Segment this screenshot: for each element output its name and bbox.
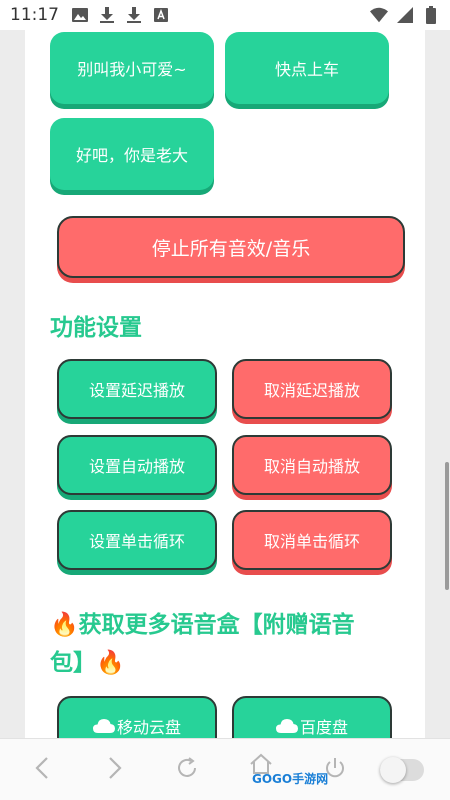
button-label: 移动云盘 [116, 718, 181, 737]
stop-all-button-label: 停止所有音效/音乐 [151, 237, 311, 260]
cloud-icon [92, 719, 115, 733]
cancel-delay-play-button[interactable]: 取消延迟播放 [232, 359, 392, 419]
chevron-left-icon [35, 756, 49, 784]
image-icon [71, 6, 89, 24]
cancel-click-loop-button[interactable]: 取消单击循环 [232, 510, 392, 570]
signal-icon [396, 6, 414, 24]
sound-button[interactable]: 别叫我小可爱~ [50, 32, 214, 104]
set-delay-play-button[interactable]: 设置延迟播放 [57, 359, 217, 419]
notification-icons [71, 6, 170, 24]
toggle-knob [380, 757, 406, 783]
font-icon [152, 6, 170, 24]
sound-button-label: 别叫我小可爱~ [77, 60, 187, 79]
cancel-auto-play-button[interactable]: 取消自动播放 [232, 435, 392, 495]
baidu-pan-button[interactable]: 百度盘 [232, 696, 392, 738]
sound-button-label: 快点上车 [274, 60, 339, 79]
battery-icon [422, 6, 440, 24]
system-icons [370, 6, 440, 24]
scrollbar-thumb[interactable] [445, 462, 449, 590]
button-label: 取消自动播放 [263, 457, 360, 476]
forward-button[interactable] [98, 753, 132, 787]
sound-button-label: 好吧，你是老大 [75, 146, 188, 165]
button-label: 设置自动播放 [88, 457, 185, 476]
watermark: GOGO手游网 [252, 772, 329, 786]
download-icon [125, 6, 143, 24]
button-label: 设置延迟播放 [88, 381, 185, 400]
set-auto-play-button[interactable]: 设置自动播放 [57, 435, 217, 495]
stop-all-button[interactable]: 停止所有音效/音乐 [57, 216, 405, 278]
set-click-loop-button[interactable]: 设置单击循环 [57, 510, 217, 570]
button-label: 设置单击循环 [88, 532, 185, 551]
refresh-icon [175, 756, 199, 784]
status-bar: 11:17 [0, 0, 450, 30]
scrollbar-track[interactable] [443, 30, 450, 738]
content-panel: 别叫我小可爱~ 快点上车 好吧，你是老大 停止所有音效/音乐 功能设置 设置延迟… [25, 30, 425, 738]
button-label: 取消单击循环 [263, 532, 360, 551]
mode-toggle[interactable] [380, 757, 424, 783]
more-voice-box-title: 🔥获取更多语音盒【附赠语音 包】🔥 [50, 606, 400, 682]
browser-bottom-nav [0, 738, 450, 800]
sound-button[interactable]: 快点上车 [225, 32, 389, 104]
mobile-cloud-button[interactable]: 移动云盘 [57, 696, 217, 738]
status-time: 11:17 [10, 5, 59, 25]
sound-button[interactable]: 好吧，你是老大 [50, 118, 214, 190]
button-label: 百度盘 [299, 718, 348, 737]
refresh-button[interactable] [170, 753, 204, 787]
back-button[interactable] [25, 753, 59, 787]
settings-title: 功能设置 [50, 315, 142, 341]
more-title-line2: 包】🔥 [50, 650, 125, 676]
wifi-icon [370, 6, 388, 24]
button-label: 取消延迟播放 [263, 381, 360, 400]
more-title-line1: 🔥获取更多语音盒【附赠语音 [50, 612, 355, 638]
download-icon [98, 6, 116, 24]
chevron-right-icon [108, 756, 122, 784]
cloud-icon [275, 719, 298, 733]
